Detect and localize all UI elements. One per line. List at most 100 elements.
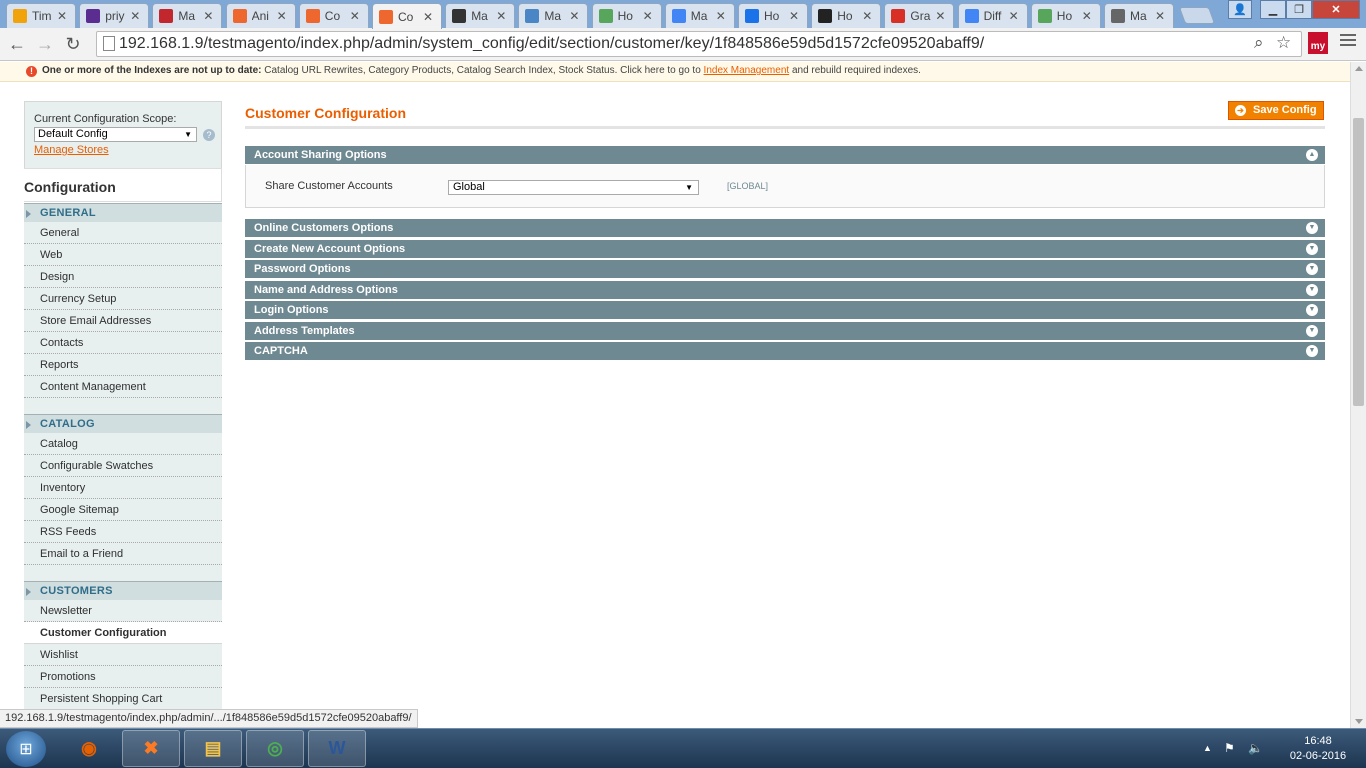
reload-button[interactable]: ↻ xyxy=(62,33,84,55)
browser-tab[interactable]: Ho ✕ xyxy=(1030,3,1101,28)
minimize-button[interactable]: ▁ xyxy=(1260,0,1286,19)
section-account-sharing-options[interactable]: Account Sharing Options ▲ xyxy=(245,146,1325,165)
maximize-button[interactable]: ❐ xyxy=(1286,0,1312,19)
vertical-scrollbar[interactable] xyxy=(1350,62,1366,728)
new-tab-button[interactable] xyxy=(1178,7,1216,24)
search-icon[interactable]: ⌕ xyxy=(1254,33,1264,53)
taskbar-explorer-icon[interactable]: ▤ xyxy=(184,730,242,767)
share-customer-accounts-select[interactable]: Global ▼ xyxy=(448,180,699,195)
taskbar-firefox-icon[interactable]: ◉ xyxy=(60,730,118,767)
close-tab-icon[interactable]: ✕ xyxy=(569,9,581,23)
section-captcha[interactable]: CAPTCHA ▼ xyxy=(245,342,1325,361)
taskbar-xampp-icon[interactable]: ✖ xyxy=(122,730,180,767)
nav-group-customers[interactable]: CUSTOMERS xyxy=(24,581,222,600)
sidebar-item-configurable-swatches[interactable]: Configurable Swatches xyxy=(24,455,222,477)
tab-title: priy xyxy=(105,9,125,23)
close-tab-icon[interactable]: ✕ xyxy=(643,9,655,23)
system-clock[interactable]: 16:48 02-06-2016 xyxy=(1278,734,1358,764)
nav-group-catalog[interactable]: CATALOG xyxy=(24,414,222,433)
tab-title: Ho xyxy=(837,9,853,23)
sidebar-item-currency-setup[interactable]: Currency Setup xyxy=(24,288,222,310)
volume-icon[interactable]: 🔈 xyxy=(1248,741,1263,755)
scope-select[interactable]: Default Config ▼ xyxy=(34,127,197,142)
browser-tab[interactable]: Ma ✕ xyxy=(152,3,223,28)
taskbar-chrome-icon[interactable]: ◎ xyxy=(246,730,304,767)
browser-tab[interactable]: Tim ✕ xyxy=(6,3,76,28)
sidebar-item-email-to-a-friend[interactable]: Email to a Friend xyxy=(24,543,222,565)
taskbar-word-icon[interactable]: W xyxy=(308,730,366,767)
sidebar-item-rss-feeds[interactable]: RSS Feeds xyxy=(24,521,222,543)
index-notice: ! One or more of the Indexes are not up … xyxy=(0,62,1350,82)
close-tab-icon[interactable]: ✕ xyxy=(350,9,362,23)
section-account-sharing-body: Share Customer Accounts Global ▼ [GLOBAL] xyxy=(245,165,1325,208)
browser-tab[interactable]: Co ✕ xyxy=(298,3,369,28)
tab-title: Diff xyxy=(983,9,1002,23)
my-extension-button[interactable]: my xyxy=(1308,32,1328,54)
scroll-up-icon[interactable] xyxy=(1355,66,1363,71)
sidebar-item-reports[interactable]: Reports xyxy=(24,354,222,376)
index-management-link[interactable]: Index Management xyxy=(704,65,790,76)
browser-tab[interactable]: Ho ✕ xyxy=(591,3,662,28)
tray-expand-icon[interactable]: ▲ xyxy=(1203,743,1212,753)
close-window-button[interactable]: ✕ xyxy=(1312,0,1360,19)
close-tab-icon[interactable]: ✕ xyxy=(1009,9,1021,23)
browser-tab[interactable]: Ani ✕ xyxy=(225,3,296,28)
close-tab-icon[interactable]: ✕ xyxy=(862,9,874,23)
browser-tab[interactable]: Ma ✕ xyxy=(445,3,516,28)
close-tab-icon[interactable]: ✕ xyxy=(423,10,435,24)
sidebar-item-web[interactable]: Web xyxy=(24,244,222,266)
browser-tab[interactable]: Ho ✕ xyxy=(738,3,808,28)
save-config-button[interactable]: ➔ Save Config xyxy=(1228,101,1324,120)
network-icon[interactable]: ⚑ xyxy=(1224,741,1235,755)
sidebar-item-newsletter[interactable]: Newsletter xyxy=(24,600,222,622)
scroll-down-icon[interactable] xyxy=(1355,719,1363,724)
help-icon[interactable]: ? xyxy=(203,129,215,141)
close-tab-icon[interactable]: ✕ xyxy=(203,9,215,23)
sidebar-item-content-management[interactable]: Content Management xyxy=(24,376,222,398)
browser-tab[interactable]: Co ✕ xyxy=(372,3,442,29)
manage-stores-link[interactable]: Manage Stores xyxy=(34,144,109,156)
browser-tab[interactable]: Gra ✕ xyxy=(884,3,955,28)
address-bar[interactable]: 192.168.1.9/testmagento/index.php/admin/… xyxy=(96,31,1302,57)
section-online-customers-options[interactable]: Online Customers Options ▼ xyxy=(245,219,1325,238)
sidebar-item-design[interactable]: Design xyxy=(24,266,222,288)
scrollbar-thumb[interactable] xyxy=(1353,118,1364,406)
sidebar-item-promotions[interactable]: Promotions xyxy=(24,666,222,688)
bookmark-star-icon[interactable]: ☆ xyxy=(1276,33,1291,53)
close-tab-icon[interactable]: ✕ xyxy=(130,9,142,23)
menu-icon[interactable] xyxy=(1340,34,1356,46)
browser-tab[interactable]: Ma ✕ xyxy=(1104,3,1174,28)
sidebar-item-inventory[interactable]: Inventory xyxy=(24,477,222,499)
user-profile-button[interactable]: 👤 xyxy=(1228,0,1252,19)
browser-tab[interactable]: Ma ✕ xyxy=(518,3,589,28)
section-login-options[interactable]: Login Options ▼ xyxy=(245,301,1325,320)
close-tab-icon[interactable]: ✕ xyxy=(277,9,289,23)
start-button[interactable]: ⊞ xyxy=(6,731,46,767)
browser-tab[interactable]: priy ✕ xyxy=(79,3,150,28)
sidebar-item-general[interactable]: General xyxy=(24,222,222,244)
browser-tab[interactable]: Ho ✕ xyxy=(811,3,882,28)
section-create-new-account-options[interactable]: Create New Account Options ▼ xyxy=(245,239,1325,259)
close-tab-icon[interactable]: ✕ xyxy=(1082,9,1094,23)
close-tab-icon[interactable]: ✕ xyxy=(789,9,801,23)
sidebar-item-catalog[interactable]: Catalog xyxy=(24,433,222,455)
sidebar-item-customer-configuration[interactable]: Customer Configuration xyxy=(24,622,222,644)
sidebar-item-google-sitemap[interactable]: Google Sitemap xyxy=(24,499,222,521)
close-tab-icon[interactable]: ✕ xyxy=(1155,9,1167,23)
section-name-and-address-options[interactable]: Name and Address Options ▼ xyxy=(245,280,1325,300)
section-password-options[interactable]: Password Options ▼ xyxy=(245,260,1325,279)
close-tab-icon[interactable]: ✕ xyxy=(716,9,728,23)
close-tab-icon[interactable]: ✕ xyxy=(935,9,947,23)
nav-group-general[interactable]: GENERAL xyxy=(24,203,222,222)
sidebar-item-persistent-shopping-cart[interactable]: Persistent Shopping Cart xyxy=(24,688,222,710)
browser-tab[interactable]: Ma ✕ xyxy=(664,3,735,28)
sidebar-item-store-email-addresses[interactable]: Store Email Addresses xyxy=(24,310,222,332)
close-tab-icon[interactable]: ✕ xyxy=(496,9,508,23)
browser-tab[interactable]: Diff ✕ xyxy=(957,3,1028,28)
forward-button[interactable]: → xyxy=(34,33,56,55)
sidebar-item-wishlist[interactable]: Wishlist xyxy=(24,644,222,666)
section-address-templates[interactable]: Address Templates ▼ xyxy=(245,321,1325,341)
close-tab-icon[interactable]: ✕ xyxy=(57,9,69,23)
sidebar-item-contacts[interactable]: Contacts xyxy=(24,332,222,354)
back-button[interactable]: ← xyxy=(6,33,28,55)
